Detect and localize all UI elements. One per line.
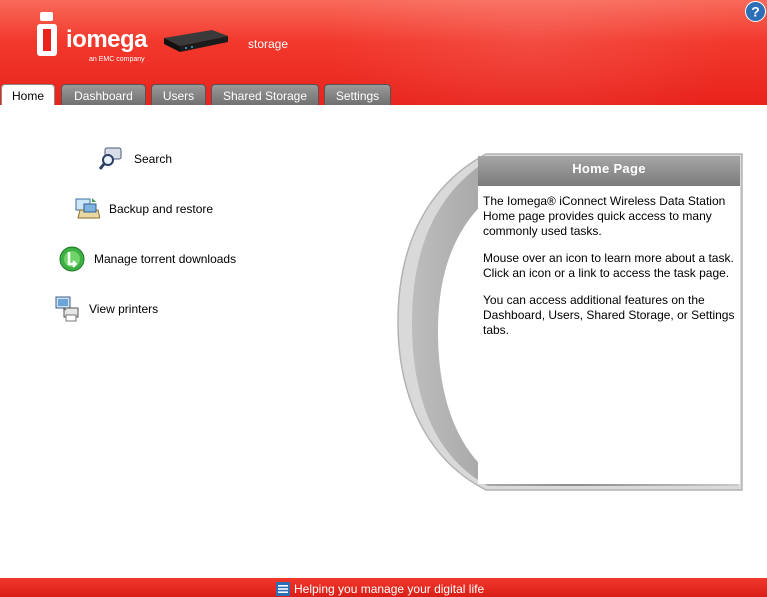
printer-icon[interactable] xyxy=(54,296,80,322)
iomega-logo: iomega an EMC company xyxy=(34,12,154,66)
app-header: iomega an EMC company storage ? Home Das… xyxy=(0,0,767,105)
device-image-icon xyxy=(164,30,228,52)
iomega-logo-mark-icon xyxy=(37,12,57,56)
tab-users[interactable]: Users xyxy=(151,84,206,105)
task-manage-torrent-label[interactable]: Manage torrent downloads xyxy=(94,252,236,266)
info-paragraph: The Iomega® iConnect Wireless Data Stati… xyxy=(483,194,726,238)
info-panel-body: The Iomega® iConnect Wireless Data Stati… xyxy=(483,194,735,350)
task-manage-torrent[interactable]: Manage torrent downloads xyxy=(59,246,259,272)
info-paragraph: You can access additional features on th… xyxy=(483,293,735,337)
backup-icon[interactable] xyxy=(74,196,100,222)
brand-subtitle: an EMC company xyxy=(89,56,145,63)
home-content: Search Backup and restore Manage torrent… xyxy=(0,106,767,578)
task-backup-restore[interactable]: Backup and restore xyxy=(74,196,234,222)
app-footer: Helping you manage your digital life xyxy=(0,578,767,597)
task-view-printers[interactable]: View printers xyxy=(54,296,194,322)
brand-name: iomega xyxy=(66,26,148,53)
tab-home[interactable]: Home xyxy=(1,84,55,105)
info-panel-title: Home Page xyxy=(572,161,646,176)
svg-text:?: ? xyxy=(751,4,760,20)
footer-logo-icon xyxy=(276,582,290,596)
torrent-icon[interactable] xyxy=(59,246,85,272)
task-view-printers-label[interactable]: View printers xyxy=(89,302,158,316)
task-backup-restore-label[interactable]: Backup and restore xyxy=(109,202,213,216)
main-tabs: Home Dashboard Users Shared Storage Sett… xyxy=(0,84,767,105)
info-paragraph: Mouse over an icon to learn more about a… xyxy=(483,251,734,280)
footer-tagline: Helping you manage your digital life xyxy=(294,582,485,596)
tab-dashboard[interactable]: Dashboard xyxy=(61,84,146,105)
search-icon[interactable] xyxy=(99,146,125,172)
help-icon[interactable]: ? xyxy=(745,1,766,22)
task-search[interactable]: Search xyxy=(99,146,219,172)
tab-shared-storage[interactable]: Shared Storage xyxy=(211,84,319,105)
device-label: storage xyxy=(248,37,289,51)
tab-settings[interactable]: Settings xyxy=(324,84,391,105)
task-search-label[interactable]: Search xyxy=(134,152,172,166)
